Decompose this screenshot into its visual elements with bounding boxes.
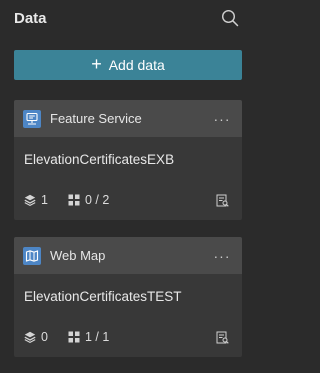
data-source-name: ElevationCertificatesTEST [24,289,182,304]
card-stats: 0 1 / 1 [24,329,230,345]
layers-count: 0 [41,330,48,344]
layers-stat: 1 [24,193,48,207]
details-icon [216,194,229,207]
panel-title: Data [14,9,47,27]
add-data-label: Add data [108,57,165,73]
widgets-stat: 1 / 1 [68,330,109,344]
card-type-label: Feature Service [50,111,142,126]
widgets-stat: 0 / 2 [68,193,109,207]
data-panel: Data + Add data Feature Service ··· Elev… [0,0,256,373]
more-options-icon[interactable]: ··· [212,111,232,127]
details-icon [216,331,229,344]
panel-header: Data [14,0,242,36]
card-header: Web Map ··· [14,237,242,274]
widgets-count: 0 / 2 [84,193,110,207]
card-header: Feature Service ··· [14,100,242,137]
view-details-button[interactable] [214,329,230,345]
add-data-button[interactable]: + Add data [14,50,242,80]
data-source-card[interactable]: Web Map ··· ElevationCertificatesTEST 0 [14,237,242,357]
card-stats: 1 0 / 2 [24,192,230,208]
data-source-card[interactable]: Feature Service ··· ElevationCertificate… [14,100,242,220]
layers-icon [24,194,36,206]
widgets-icon [68,331,80,343]
widgets-count: 1 / 1 [84,330,110,344]
widgets-icon [68,194,80,206]
view-details-button[interactable] [214,192,230,208]
web-map-icon [23,246,41,265]
card-type-label: Web Map [50,248,106,263]
search-icon [221,9,239,27]
layers-icon [24,331,36,343]
layers-count: 1 [41,193,48,207]
data-source-name: ElevationCertificatesEXB [24,152,175,167]
layers-stat: 0 [24,330,48,344]
feature-service-icon [23,109,41,128]
more-options-icon[interactable]: ··· [212,248,232,264]
search-button[interactable] [220,8,240,28]
plus-icon: + [91,54,102,74]
